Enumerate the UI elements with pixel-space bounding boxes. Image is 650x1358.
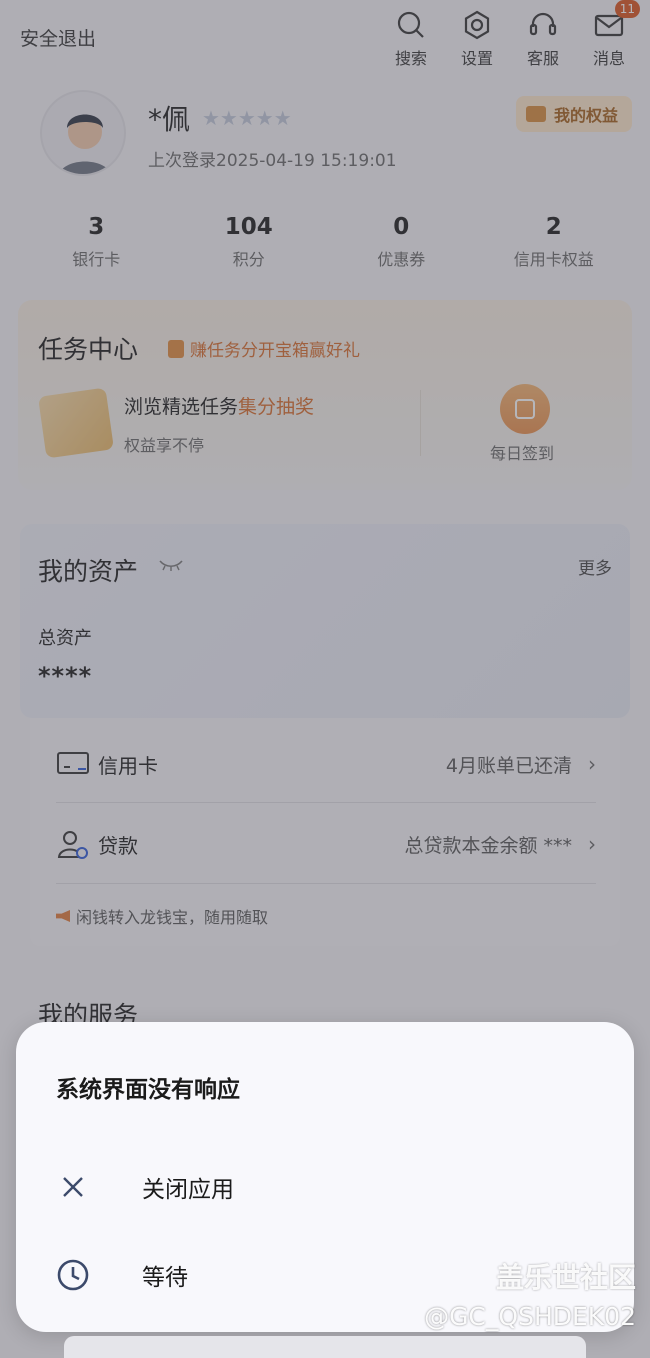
app-page: 安全退出 搜索 设置 客服 消息 11 *佩 ★★★★★ 上次登录2025-04… [0, 0, 650, 1358]
watermark-site: 盖乐世社区 [495, 1261, 636, 1294]
clock-icon [52, 1254, 94, 1296]
dialog-title: 系统界面没有响应 [56, 1077, 240, 1103]
close-app-label: 关闭应用 [142, 1177, 234, 1203]
watermark-user: @GC_QSHDEK02 [424, 1302, 636, 1331]
wait-label: 等待 [142, 1265, 188, 1291]
bottom-sheet-edge [64, 1336, 586, 1358]
close-icon [52, 1166, 94, 1208]
close-app-button[interactable]: 关闭应用 [52, 1152, 612, 1222]
